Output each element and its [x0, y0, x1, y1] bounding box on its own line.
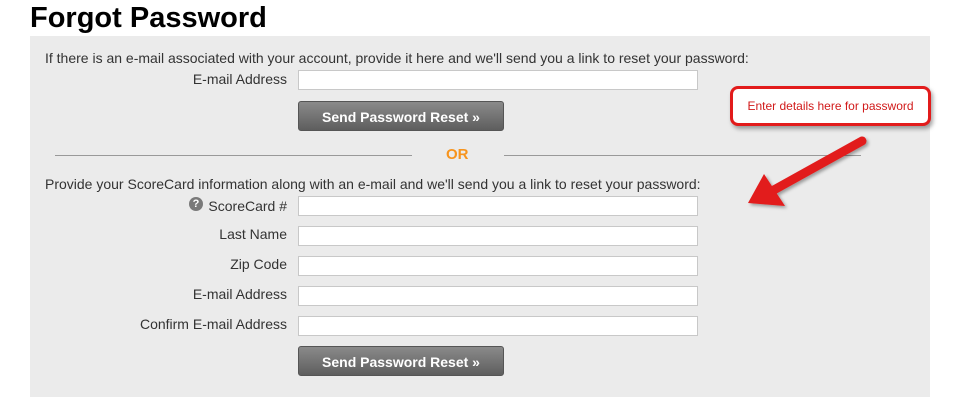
annotation-arrow-icon — [748, 136, 867, 206]
